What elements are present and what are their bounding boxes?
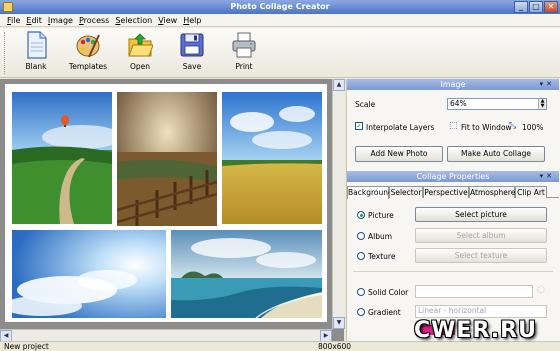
- zoom-100-link[interactable]: 100%: [522, 123, 543, 132]
- scroll-up-arrow[interactable]: ▲: [333, 79, 345, 91]
- album-radio[interactable]: [357, 232, 365, 240]
- toolbar-grip[interactable]: [4, 32, 7, 74]
- props-panel-controls[interactable]: ▾✕: [540, 171, 555, 182]
- props-panel-title: Collage Properties: [416, 172, 490, 181]
- menu-file[interactable]: File: [4, 14, 23, 26]
- collage-photo-beach[interactable]: [171, 230, 322, 318]
- image-panel-controls[interactable]: ▾✕: [540, 79, 555, 90]
- menu-view[interactable]: View: [155, 14, 180, 26]
- palette-icon: [76, 34, 100, 58]
- props-panel-header: Collage Properties ▾✕: [347, 171, 559, 182]
- fit-to-window-link[interactable]: Fit to Window: [461, 123, 512, 132]
- add-new-photo-button[interactable]: Add New Photo: [355, 146, 443, 162]
- gradient-radio[interactable]: [357, 308, 365, 316]
- color-picker-icon[interactable]: ◌: [537, 285, 545, 295]
- scroll-down-arrow[interactable]: ▼: [333, 317, 345, 329]
- album-label: Album: [368, 232, 393, 241]
- menu-edit[interactable]: Edit: [23, 14, 45, 26]
- texture-radio[interactable]: [357, 252, 365, 260]
- scale-value: 64%: [450, 99, 467, 108]
- status-canvas-size: 800x600: [318, 342, 352, 351]
- select-album-button[interactable]: Select album: [415, 228, 547, 243]
- collage-photo-balloon-road[interactable]: [12, 92, 112, 224]
- templates-button[interactable]: Templates: [66, 31, 110, 75]
- interpolate-label: Interpolate Layers: [366, 123, 435, 132]
- collage-photo-fence[interactable]: [117, 92, 217, 226]
- floppy-disk-icon: [180, 33, 204, 57]
- tab-clip-art[interactable]: Clip Art: [515, 186, 547, 198]
- select-texture-button[interactable]: Select texture: [415, 248, 547, 263]
- fit-to-window-icon: ⬚: [449, 121, 458, 131]
- picture-radio[interactable]: [357, 211, 365, 219]
- close-button[interactable]: ✕: [544, 1, 558, 13]
- maximize-button[interactable]: □: [529, 1, 543, 13]
- picture-label: Picture: [368, 211, 394, 220]
- menu-process[interactable]: Process: [76, 14, 112, 26]
- templates-label: Templates: [68, 62, 108, 71]
- solid-color-radio[interactable]: [357, 288, 365, 296]
- title-bar: Photo Collage Creator _ □ ✕: [0, 0, 560, 14]
- save-label: Save: [182, 62, 202, 71]
- horizontal-scrollbar[interactable]: ◀ ▶: [0, 329, 332, 342]
- tab-perspective[interactable]: Perspective: [423, 186, 469, 198]
- open-label: Open: [129, 62, 151, 71]
- menu-image[interactable]: Image: [45, 14, 76, 26]
- texture-label: Texture: [368, 252, 396, 261]
- image-panel-header: Image ▾✕: [347, 79, 559, 90]
- gradient-label: Gradient: [368, 308, 401, 317]
- minimize-button[interactable]: _: [514, 1, 528, 13]
- vertical-scrollbar[interactable]: ▲ ▼: [332, 79, 345, 329]
- scale-spinner[interactable]: ▲ ▼: [538, 99, 546, 109]
- open-button[interactable]: Open: [118, 31, 162, 75]
- app-icon: [3, 2, 13, 12]
- collage-photo-sky[interactable]: [12, 230, 166, 318]
- menu-bar: File Edit Image Process Selection View H…: [0, 14, 560, 27]
- collage-photo-wheat-field[interactable]: [222, 92, 322, 224]
- window-title: Photo Collage Creator: [230, 2, 330, 11]
- select-picture-button[interactable]: Select picture: [415, 207, 547, 222]
- menu-help[interactable]: Help: [180, 14, 204, 26]
- printer-icon: [232, 32, 256, 58]
- toolbar: Blank Templates Open Save Print: [0, 28, 560, 78]
- tab-selector[interactable]: Selector: [389, 186, 423, 198]
- scale-label: Scale: [355, 100, 376, 109]
- canvas-area[interactable]: ▲ ▼ ◀ ▶: [0, 79, 345, 342]
- watermark: CWER.RU: [414, 318, 537, 343]
- make-auto-collage-button[interactable]: Make Auto Collage: [447, 146, 545, 162]
- status-project: New project: [4, 342, 49, 351]
- solid-color-label: Solid Color: [368, 288, 409, 297]
- fence-image: [117, 92, 217, 226]
- scale-input[interactable]: 64% ▲ ▼: [447, 98, 547, 110]
- tab-atmosphere[interactable]: Atmosphere: [469, 186, 515, 198]
- tab-background[interactable]: Background: [347, 186, 393, 199]
- props-tabs: Background Selector Perspective Atmosphe…: [347, 186, 559, 199]
- print-label: Print: [235, 62, 253, 71]
- beach-image: [171, 230, 322, 318]
- blank-button[interactable]: Blank: [14, 31, 58, 75]
- solid-color-swatch[interactable]: [415, 285, 533, 298]
- blank-label: Blank: [25, 62, 47, 71]
- image-panel-title: Image: [440, 80, 466, 89]
- balloon-road-image: [12, 92, 112, 224]
- sky-image: [12, 230, 166, 318]
- menu-selection[interactable]: Selection: [112, 14, 155, 26]
- open-folder-icon: [128, 33, 153, 57]
- collage-paper[interactable]: [5, 84, 327, 322]
- interpolate-checkbox[interactable]: ✓: [355, 122, 363, 130]
- window-controls: _ □ ✕: [514, 1, 558, 13]
- right-panel: Image ▾✕ Scale 64% ▲ ▼ ✓ Interpolate Laye…: [346, 79, 560, 341]
- save-button[interactable]: Save: [170, 31, 214, 75]
- wheat-field-image: [222, 92, 322, 224]
- blank-document-icon: [27, 31, 47, 59]
- separator: [353, 271, 553, 272]
- zoom-100-icon: ⤡: [509, 121, 517, 131]
- print-button[interactable]: Print: [222, 31, 266, 75]
